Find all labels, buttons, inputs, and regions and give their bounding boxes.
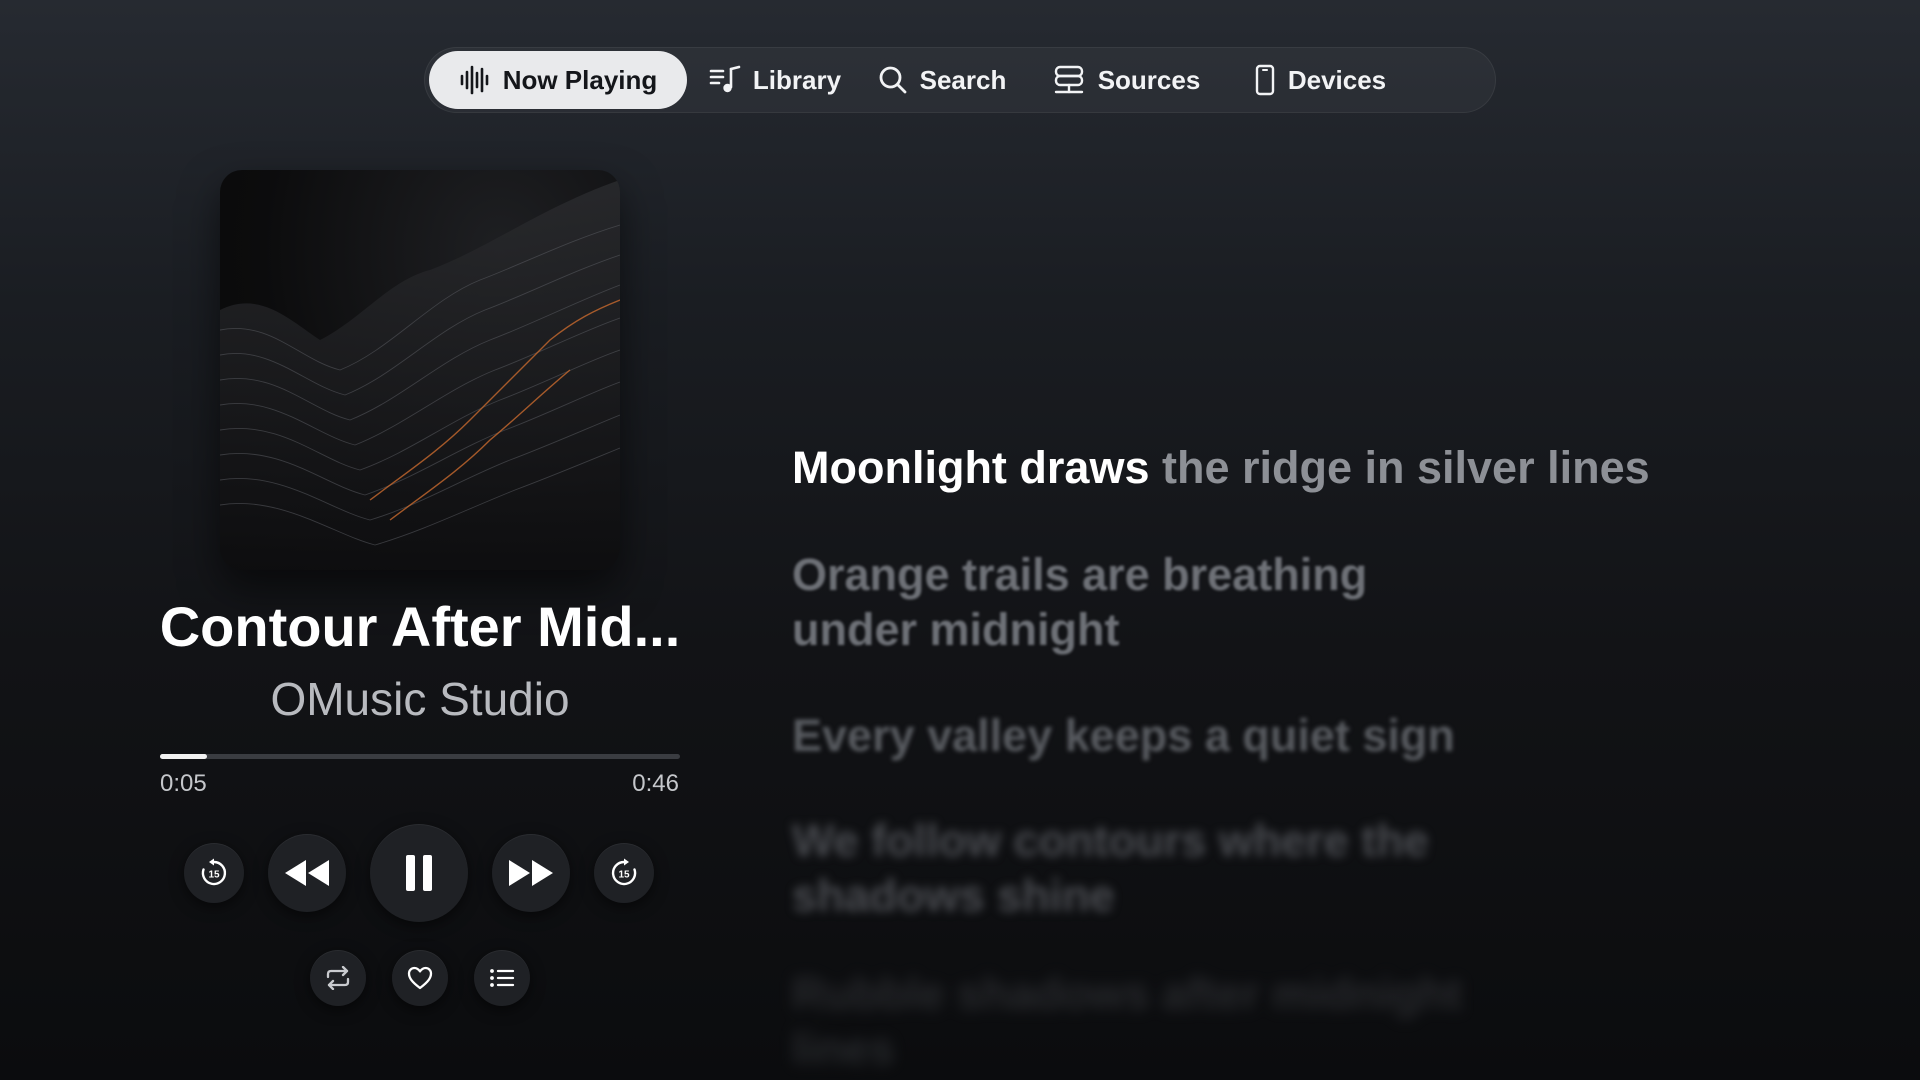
fast-forward-icon: [509, 860, 553, 886]
lyric-unsung-part: the ridge in silver lines: [1149, 442, 1650, 493]
progress-fill: [160, 754, 207, 759]
elapsed-time: 0:05: [160, 770, 207, 797]
tab-search[interactable]: Search: [862, 51, 1022, 109]
tab-label: Devices: [1287, 64, 1387, 95]
rewind-button[interactable]: [268, 834, 346, 912]
rewind-15-icon: 15: [201, 858, 227, 886]
pause-button[interactable]: [370, 824, 468, 922]
track-title: Contour After Mid...: [159, 595, 681, 658]
lyric-current-line[interactable]: Moonlight draws the ridge in silver line…: [792, 440, 1650, 495]
music-list-icon: [709, 65, 741, 93]
waveform-icon: [460, 65, 489, 95]
queue-button[interactable]: [474, 950, 530, 1006]
phone-icon: [1255, 64, 1275, 96]
skip-forward-15-button[interactable]: 15: [594, 843, 654, 903]
tab-label: Now Playing: [502, 64, 658, 95]
forward-15-icon: 15: [611, 858, 637, 886]
favorite-button[interactable]: [392, 950, 448, 1006]
search-icon: [879, 66, 907, 94]
tab-label: Search: [919, 64, 1007, 95]
tab-label: Sources: [1097, 64, 1201, 95]
rewind-icon: [285, 860, 329, 886]
track-artist[interactable]: OMusic Studio: [150, 672, 690, 726]
server-stack-icon: [1054, 65, 1083, 94]
list-icon: [490, 969, 515, 987]
repeat-icon: [326, 966, 350, 990]
lyric-sung-part: Moonlight draws: [792, 442, 1150, 493]
tab-now-playing[interactable]: Now Playing: [429, 51, 687, 109]
lyric-line[interactable]: Every valley keeps a quiet sign: [792, 708, 1512, 763]
lyric-line[interactable]: Rubble shadows after midnight lines: [792, 966, 1532, 1076]
tab-sources[interactable]: Sources: [1035, 51, 1217, 109]
duration-time: 0:46: [632, 770, 679, 797]
repeat-button[interactable]: [310, 950, 366, 1006]
fast-forward-button[interactable]: [492, 834, 570, 912]
tab-library[interactable]: Library: [700, 51, 850, 109]
album-art: [220, 170, 620, 570]
progress-bar[interactable]: [160, 754, 680, 759]
pause-icon: [406, 855, 432, 891]
skip-back-15-button[interactable]: 15: [184, 843, 244, 903]
tab-devices[interactable]: Devices: [1233, 51, 1407, 109]
lyric-line[interactable]: Orange trails are breathing under midnig…: [792, 547, 1412, 657]
heart-icon: [407, 966, 433, 990]
lyric-line[interactable]: We follow contours where the shadows shi…: [792, 813, 1452, 923]
skip-back-seconds: 15: [208, 870, 220, 881]
tab-label: Library: [752, 64, 842, 95]
skip-forward-seconds: 15: [618, 870, 630, 881]
top-nav: Now Playing Library Search Sources Devic…: [424, 47, 1496, 113]
